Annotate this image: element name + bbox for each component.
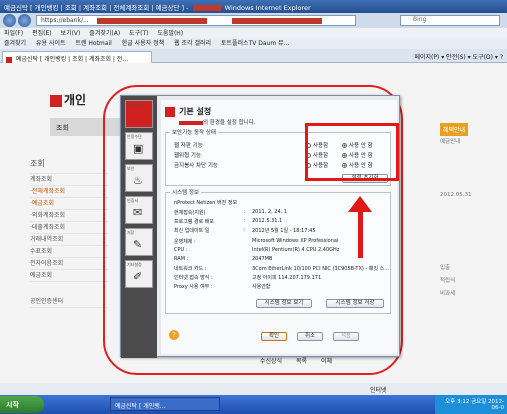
dialog-title: 기본 설정: [165, 106, 211, 117]
dialog-subtitle: 의 환경을 설정 합니다.: [179, 118, 256, 126]
footer-link[interactable]: 목록: [296, 358, 307, 365]
page-sidebar: 조회 계좌조회 ·전체계좌조회 ·예금조회 ·외화계좌조회 ·대출계좌조회 거래…: [30, 158, 108, 308]
sidebar-item[interactable]: 수표조회: [30, 246, 108, 258]
start-button[interactable]: 시작: [0, 396, 44, 413]
view-system-info-button[interactable]: 시스템 정보 보기: [256, 299, 312, 308]
right-item[interactable]: 적립식: [440, 275, 502, 288]
sidebar-title: 조회: [30, 158, 108, 174]
redaction-mark: [97, 18, 207, 24]
menu-favorites[interactable]: 즐겨찾기(A): [89, 30, 120, 37]
help-icon[interactable]: ?: [169, 330, 179, 340]
page-right-panel: 혜택안내 예금안내 2012.05.31 입출 적립식 비과세: [440, 123, 502, 301]
sidebar-item[interactable]: ·전체계좌조회: [30, 186, 108, 198]
favorite-link[interactable]: 웹 조각 갤러리: [174, 40, 211, 47]
forward-button[interactable]: [18, 14, 31, 27]
tab-title: 예금신탁 [ 개인뱅킹 | 조회 | 계좌조회 | 전...: [15, 56, 129, 63]
page-footer: 수신상식 목록 이체: [260, 356, 344, 365]
favorite-link[interactable]: 토트플러스TV Daum 뮤...: [221, 40, 289, 47]
redaction-mark: [192, 5, 221, 11]
apply-button[interactable]: 적용: [333, 332, 359, 341]
menu-tools[interactable]: 도구(T): [129, 30, 148, 37]
security-icon: ▣: [133, 142, 144, 155]
redaction-mark: [179, 120, 203, 125]
cancel-button[interactable]: 취소: [297, 332, 323, 341]
system-info-title: 시스템 정보: [170, 188, 202, 196]
info-row: Proxy 사용 여부 : 사용안함: [174, 284, 271, 290]
right-item: 2012.05.31: [440, 192, 472, 198]
info-row: 네트워크 카드 :3Com EtherLink 10/100 PCI NIC (…: [174, 266, 389, 272]
sidebar-item-save[interactable]: 저장 ✎: [125, 228, 153, 256]
sidebar-item-etc[interactable]: 기타설정 ✐: [125, 260, 153, 288]
favorites-button[interactable]: 즐겨찾기: [4, 40, 26, 47]
sidebar-item-cert[interactable]: 인증서 ✉: [125, 196, 153, 224]
sidebar-item[interactable]: ·대출계좌조회: [30, 222, 108, 234]
menu-view[interactable]: 보기(V): [61, 30, 81, 37]
options-group-title: 보안기능 동작 상태: [170, 128, 218, 136]
redaction-mark: [232, 18, 322, 24]
fire-icon: ♨: [133, 174, 143, 187]
browser-tab[interactable]: 예금신탁 [ 개인뱅킹 | 조회 | 계좌조회 | 전...: [2, 51, 152, 63]
browser-title-suffix: Windows Internet Explorer: [224, 4, 311, 12]
app-logo-icon: [165, 106, 175, 117]
menu-edit[interactable]: 편집(E): [32, 30, 52, 37]
zone-label: 인터넷: [370, 387, 387, 394]
document-icon: ✎: [133, 238, 143, 251]
taskbar: 시작 예금신탁 [ 개인뱅... 오후 3:12 금요일 2012-06-0: [0, 395, 507, 414]
benefit-badge[interactable]: 혜택안내: [440, 123, 469, 136]
right-item[interactable]: 비과세: [440, 288, 502, 301]
info-row: RAM :2047MB: [174, 256, 273, 262]
sidebar-item[interactable]: 공인인증센터: [30, 296, 108, 308]
sidebar-item-security[interactable]: 보안 ♨: [125, 164, 153, 192]
menu-bar: 파일(F) 편집(E) 보기(V) 즐겨찾기(A) 도구(T) 도움말(H): [0, 28, 507, 38]
address-bar[interactable]: https://ebank/...: [36, 15, 356, 26]
browser-title-bar: 예금신탁 [ 개인뱅킹 | 조회 | 계좌조회 | 전체계좌조회 | 예금상단 …: [0, 0, 507, 13]
right-item[interactable]: 예금안내: [440, 136, 502, 149]
sidebar-item[interactable]: 예금조회: [30, 270, 108, 282]
ok-button[interactable]: 확인: [261, 332, 287, 341]
taskbar-item[interactable]: 예금신탁 [ 개인뱅...: [110, 397, 220, 411]
search-input[interactable]: Bing: [400, 15, 500, 26]
sidebar-item[interactable]: ·외화계좌조회: [30, 210, 108, 222]
sidebar-item[interactable]: 거래내역조회: [30, 234, 108, 246]
sidebar-item[interactable]: 전자어음조회: [30, 258, 108, 270]
right-item[interactable]: 입출: [440, 262, 502, 275]
favorites-bar: 즐겨찾기 유용 사이트 트렌 Hotmail 한글 사용자 정책 웹 조각 갤러…: [0, 38, 507, 49]
dialog-sidebar: 기본설정 안정수단 ▣ 보안 ♨ 인증서 ✉ 저장 ✎ 기타설정 ✐: [121, 96, 157, 358]
footer-link[interactable]: 수신상식: [260, 358, 282, 365]
info-row: 운영체제 : Microsoft Windows XP Professional: [174, 238, 339, 245]
sidebar-item-safe[interactable]: 안정수단 ▣: [125, 132, 153, 160]
annotation-highlight-box: [305, 123, 399, 181]
info-row: 인터넷 접속 방식 : 고정 아이피 114.207.179.171: [174, 275, 322, 281]
sidebar-item[interactable]: 계좌조회: [30, 174, 108, 186]
sidebar-item-basic[interactable]: 기본설정: [125, 100, 153, 128]
settings-icon: ✐: [133, 270, 143, 283]
back-button[interactable]: [3, 14, 16, 27]
status-bar: 인터넷: [0, 383, 507, 395]
site-favicon-icon: [6, 56, 12, 63]
favorite-link[interactable]: 한글 사용자 정책: [122, 40, 164, 47]
address-url: https://ebank/...: [41, 17, 89, 24]
browser-title-prefix: 예금신탁 [ 개인뱅킹 | 조회 | 계좌조회 | 전체계좌조회 | 예금상단 …: [4, 4, 189, 12]
favorite-link[interactable]: 트렌 Hotmail: [75, 40, 111, 47]
sidebar-item[interactable]: ·예금조회: [30, 198, 108, 210]
info-row: 최신 업데이트 일:2012년 5월 1일 - 18:17:45: [174, 227, 316, 234]
info-row: CPU : Intel(R) Pentium(R) 4 CPU 2.40GHz: [174, 247, 340, 253]
bank-logo-icon: [50, 94, 62, 107]
footer-link[interactable]: 이체: [321, 358, 332, 365]
system-tray-clock: 오후 3:12 금요일 2012-06-0: [435, 395, 507, 414]
certificate-icon: ✉: [133, 206, 143, 219]
page-title: 개인: [50, 91, 86, 108]
menu-file[interactable]: 파일(F): [4, 30, 23, 37]
tab-row: 예금신탁 [ 개인뱅킹 | 조회 | 계좌조회 | 전... 페이지(P) ▾ …: [0, 49, 507, 63]
info-row: 프로그램 경로 배포:2012.5.31.1: [174, 218, 283, 225]
annotation-arrow-shaft: [358, 210, 363, 258]
address-row: https://ebank/... Bing: [0, 13, 507, 28]
favorite-link[interactable]: 유용 사이트: [36, 40, 66, 47]
save-system-info-button[interactable]: 시스템 정보 저장: [326, 299, 384, 308]
command-bar[interactable]: 페이지(P) ▾ 안전(S) ▾ 도구(O) ▾ ?: [415, 52, 504, 61]
menu-help[interactable]: 도움말(H): [157, 30, 183, 37]
